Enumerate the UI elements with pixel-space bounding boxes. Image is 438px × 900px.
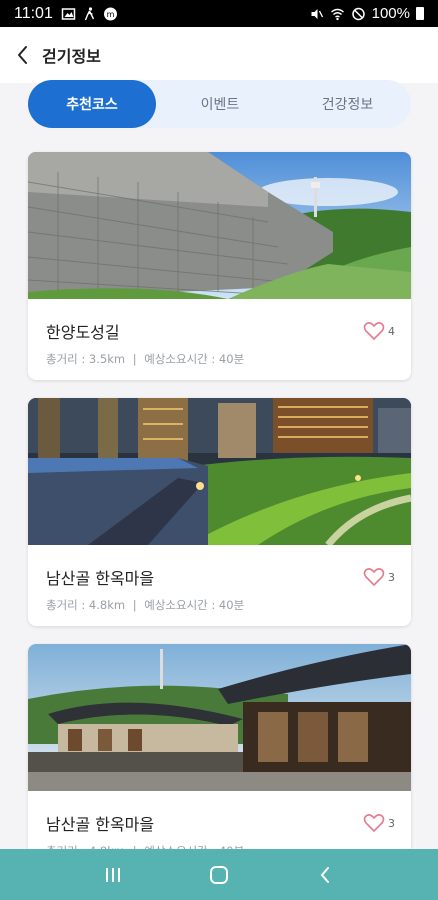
recents-icon (106, 867, 120, 882)
back-button[interactable] (0, 27, 46, 83)
app-notification-icon: m (103, 7, 117, 20)
like-button[interactable]: 3 (363, 567, 395, 587)
like-count: 4 (388, 324, 395, 338)
course-distance: 총거리 : 3.5km (46, 352, 126, 366)
course-photo-fortress-wall (28, 152, 411, 299)
tab-events[interactable]: 이벤트 (156, 80, 284, 128)
tab-recommended-course[interactable]: 추천코스 (28, 80, 156, 128)
no-signal-icon (351, 7, 365, 20)
course-photo-night-park (28, 398, 411, 545)
recents-button[interactable] (93, 855, 133, 895)
svg-text:m: m (106, 10, 114, 19)
course-card[interactable]: 한양도성길 총거리 : 3.5km | 예상소요시간 : 40분 4 (28, 152, 411, 380)
course-duration: 예상소요시간 : 40분 (144, 352, 245, 366)
status-bar: 11:01 m 100% (0, 0, 438, 27)
mute-icon (311, 8, 323, 19)
like-button[interactable]: 4 (363, 321, 395, 341)
course-name: 남산골 한옥마을 (46, 569, 155, 588)
battery-percent: 100% (371, 5, 410, 22)
gallery-icon (61, 7, 76, 20)
course-card[interactable]: 남산골 한옥마을 총거리 : 4.8km | 예상소요시간 : 40분 3 (28, 644, 411, 872)
heart-outline-icon (363, 568, 385, 587)
walking-icon (84, 6, 94, 20)
like-count: 3 (388, 570, 395, 584)
like-count: 3 (388, 816, 395, 830)
course-duration: 예상소요시간 : 40분 (144, 598, 245, 612)
heart-outline-icon (363, 814, 385, 833)
system-navigation-bar (0, 849, 438, 900)
tab-health-info[interactable]: 건강정보 (284, 80, 411, 128)
system-back-button[interactable] (305, 855, 345, 895)
meta-separator: | (132, 352, 137, 366)
app-header: 걷기정보 (0, 27, 438, 83)
status-time: 11:01 (14, 4, 53, 22)
home-icon (210, 865, 228, 884)
course-photo-hanok-village (28, 644, 411, 791)
wifi-icon (330, 8, 344, 20)
category-tabs: 추천코스 이벤트 건강정보 (28, 80, 411, 128)
home-button[interactable] (199, 855, 239, 895)
course-distance: 총거리 : 4.8km (46, 598, 126, 612)
chevron-left-icon (18, 46, 27, 64)
like-button[interactable]: 3 (363, 813, 395, 833)
battery-icon (416, 7, 424, 20)
course-card[interactable]: 남산골 한옥마을 총거리 : 4.8km | 예상소요시간 : 40분 3 (28, 398, 411, 626)
back-icon (320, 866, 329, 883)
page-title: 걷기정보 (42, 47, 101, 66)
meta-separator: | (132, 598, 137, 612)
course-name: 남산골 한옥마을 (46, 815, 155, 834)
course-name: 한양도성길 (46, 323, 120, 342)
heart-outline-icon (363, 322, 385, 341)
